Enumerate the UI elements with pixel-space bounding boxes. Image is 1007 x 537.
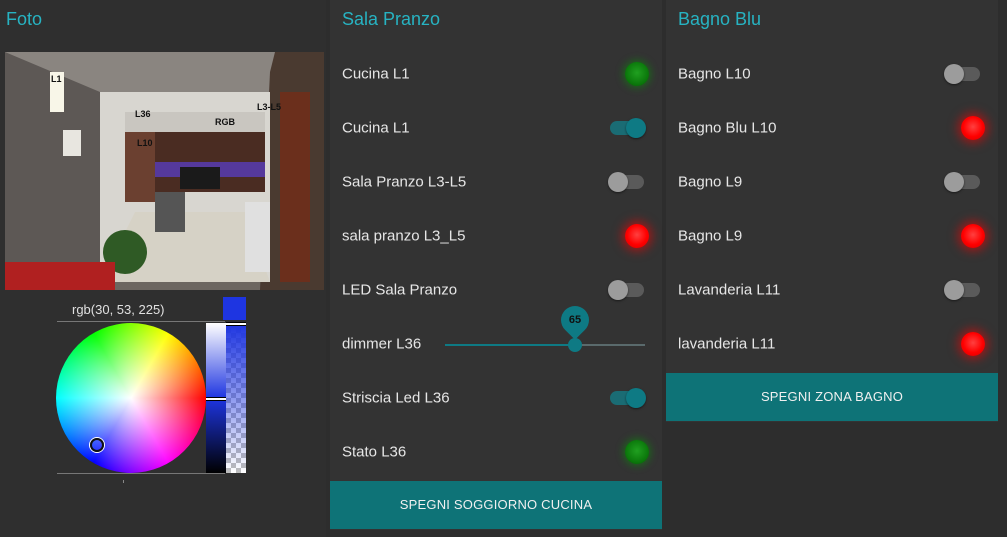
sala-row-striscia-switch: Striscia Led L36 xyxy=(330,371,662,425)
row-label: Bagno Blu L10 xyxy=(678,119,777,137)
foto-panel: Foto L1 L36 RGB L3-L5 L10 rgb(30, 53, 22… xyxy=(0,0,326,537)
bagno-row-l9-switch: Bagno L9 xyxy=(666,155,998,209)
status-led-red xyxy=(961,224,985,248)
photo-label-l36: L36 xyxy=(135,109,151,119)
bagno-row-l9-status: Bagno L9 xyxy=(666,209,998,263)
row-label: Stato L36 xyxy=(342,443,407,461)
sala-row-cucina-l1-status: Cucina L1 xyxy=(330,47,662,101)
status-led-green xyxy=(625,62,649,86)
row-label: Sala Pranzo L3-L5 xyxy=(342,173,467,191)
dimmer-slider-knob[interactable] xyxy=(568,338,582,352)
picker-tick xyxy=(123,480,124,483)
sala-row-led-switch: LED Sala Pranzo xyxy=(330,263,662,317)
row-label: Cucina L1 xyxy=(342,65,410,83)
toggle-switch-off[interactable] xyxy=(608,280,644,300)
row-label: Bagno L9 xyxy=(678,173,743,191)
alpha-marker[interactable] xyxy=(226,322,246,326)
sala-row-l3-l5-switch: Sala Pranzo L3-L5 xyxy=(330,155,662,209)
status-led-red xyxy=(961,332,985,356)
color-wheel[interactable] xyxy=(56,323,206,473)
picker-bottom-divider xyxy=(57,473,225,474)
bagno-blu-panel: Bagno Blu Bagno L10 Bagno Blu L10 Bagno … xyxy=(666,0,998,422)
row-label: dimmer L36 xyxy=(342,335,422,353)
foto-title: Foto xyxy=(6,9,43,29)
lightness-marker[interactable] xyxy=(206,397,226,401)
row-label: Lavanderia L11 xyxy=(678,281,781,299)
sala-pranzo-title: Sala Pranzo xyxy=(342,9,441,29)
status-led-red xyxy=(961,116,985,140)
toggle-knob xyxy=(626,388,646,408)
alpha-slider[interactable] xyxy=(226,323,246,473)
dimmer-slider-fill xyxy=(445,344,575,346)
room-photo[interactable]: L1 L36 RGB L3-L5 L10 xyxy=(5,52,324,290)
color-swatch[interactable] xyxy=(223,297,246,320)
row-label: Bagno L10 xyxy=(678,65,751,83)
toggle-switch-on[interactable] xyxy=(610,118,646,138)
toggle-knob xyxy=(608,172,628,192)
toggle-switch-off[interactable] xyxy=(944,64,980,84)
sala-row-dimmer: dimmer L36 65 xyxy=(330,300,662,371)
row-label: Cucina L1 xyxy=(342,119,410,137)
toggle-knob xyxy=(626,118,646,138)
sala-row-cucina-l1-switch: Cucina L1 xyxy=(330,101,662,155)
spegni-soggiorno-cucina-button[interactable]: SPEGNI SOGGIORNO CUCINA xyxy=(330,481,662,529)
toggle-knob xyxy=(944,172,964,192)
status-led-green xyxy=(625,440,649,464)
bagno-row-l10-status: Bagno Blu L10 xyxy=(666,101,998,155)
row-label: lavanderia L11 xyxy=(678,335,776,353)
toggle-switch-off[interactable] xyxy=(944,280,980,300)
toggle-switch-off[interactable] xyxy=(608,172,644,192)
row-label: Bagno L9 xyxy=(678,227,743,245)
toggle-switch-on[interactable] xyxy=(610,388,646,408)
bagno-row-l11-switch: Lavanderia L11 xyxy=(666,263,998,317)
dimmer-value-bubble: 65 xyxy=(555,300,595,340)
bagno-blu-title: Bagno Blu xyxy=(678,9,762,29)
sala-pranzo-panel: Sala Pranzo Cucina L1 Cucina L1 Sala Pra… xyxy=(330,0,662,530)
dimmer-slider[interactable]: 65 xyxy=(445,300,645,352)
toggle-knob xyxy=(608,280,628,300)
row-label: sala pranzo L3_L5 xyxy=(342,227,466,245)
toggle-switch-off[interactable] xyxy=(944,172,980,192)
sala-row-l3-l5-status: sala pranzo L3_L5 xyxy=(330,209,662,263)
photo-label-rgb: RGB xyxy=(215,117,235,127)
status-led-red xyxy=(625,224,649,248)
row-label: Striscia Led L36 xyxy=(342,389,450,407)
photo-label-l10: L10 xyxy=(137,138,153,148)
toggle-knob xyxy=(944,280,964,300)
dimmer-value: 65 xyxy=(568,314,582,326)
row-label: LED Sala Pranzo xyxy=(342,281,458,299)
photo-label-l3-l5: L3-L5 xyxy=(257,102,282,112)
spegni-zona-bagno-button[interactable]: SPEGNI ZONA BAGNO xyxy=(666,373,998,421)
picker-top-divider xyxy=(57,321,225,322)
sala-row-stato-l36: Stato L36 xyxy=(330,425,662,479)
rgb-value-label: rgb(30, 53, 225) xyxy=(72,302,165,317)
color-wheel-cursor[interactable] xyxy=(90,438,104,452)
bagno-row-l10-switch: Bagno L10 xyxy=(666,47,998,101)
bagno-row-l11-status: lavanderia L11 xyxy=(666,317,998,371)
photo-label-l1: L1 xyxy=(51,74,62,84)
toggle-knob xyxy=(944,64,964,84)
